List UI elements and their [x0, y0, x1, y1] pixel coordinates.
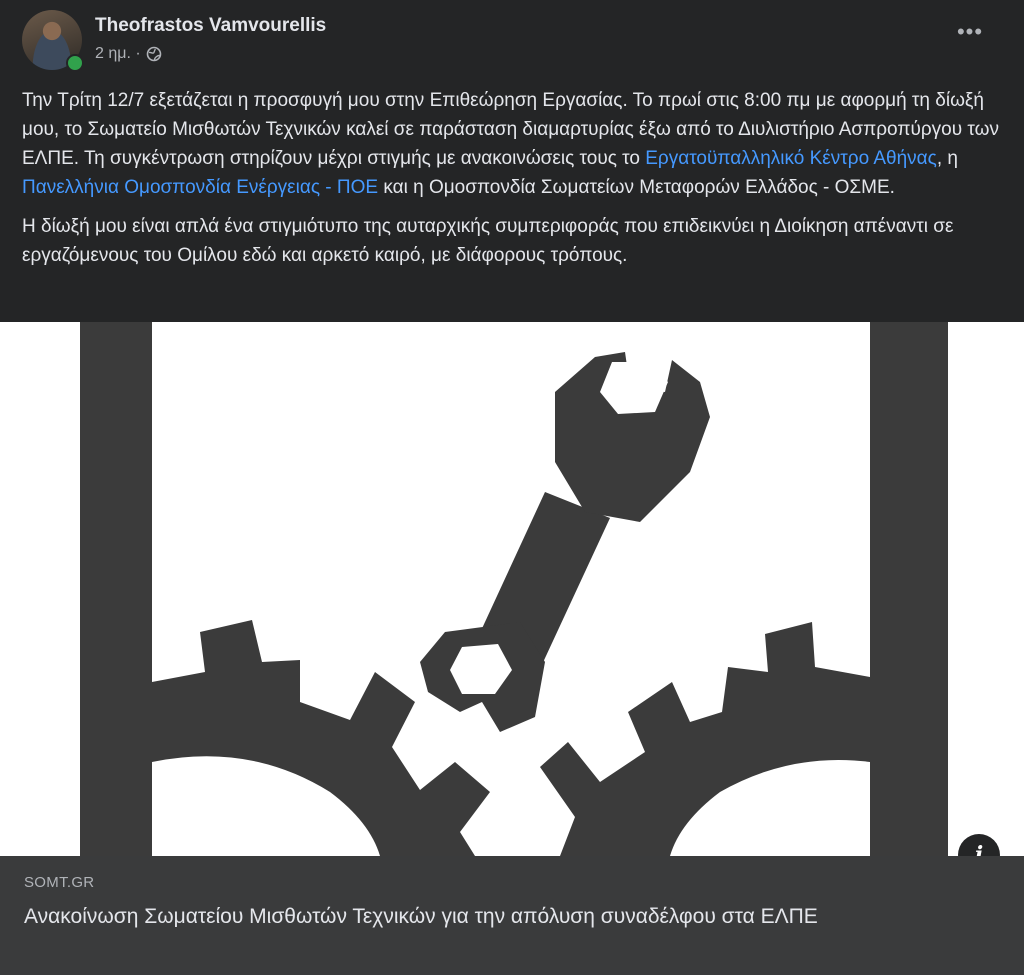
globe-icon — [146, 46, 162, 62]
link-panellinia-omospondia[interactable]: Πανελλήνια Ομοσπονδία Ενέργειας - ΠΟΕ — [22, 177, 378, 198]
paragraph-text: , η — [936, 148, 958, 169]
post-body: Την Τρίτη 12/7 εξετάζεται η προσφυγή μου… — [22, 86, 1002, 280]
post-meta: 2 ημ. · — [95, 45, 162, 63]
author-name[interactable]: Theofrastos Vamvourellis — [95, 15, 326, 37]
post-paragraph-2: Η δίωξή μου είναι απλά ένα στιγμιότυπο τ… — [22, 216, 954, 266]
link-preview-card[interactable]: SOMT.GR Ανακοίνωση Σωματείου Μισθωτών Τε… — [0, 856, 1024, 975]
post-timestamp[interactable]: 2 ημ. · — [95, 45, 141, 63]
link-title[interactable]: Ανακοίνωση Σωματείου Μισθωτών Τεχνικών γ… — [24, 902, 994, 932]
paragraph-text: και η Ομοσπονδία Σωματείων Μεταφορών Ελλ… — [378, 177, 895, 198]
link-preview-image[interactable] — [0, 322, 1024, 856]
online-status-indicator — [66, 54, 84, 72]
link-domain: SOMT.GR — [24, 874, 95, 891]
post-header: Theofrastos Vamvourellis 2 ημ. · ••• — [0, 0, 1024, 80]
union-logo-graphic — [80, 322, 948, 856]
link-ergatoypallilko-kentro[interactable]: Εργατοϋπαλληλικό Κέντρο Αθήνας — [645, 148, 937, 169]
more-options-button[interactable]: ••• — [950, 21, 990, 52]
facebook-post: Theofrastos Vamvourellis 2 ημ. · ••• Την… — [0, 0, 1024, 975]
post-paragraph-1: Την Τρίτη 12/7 εξετάζεται η προσφυγή μου… — [22, 86, 1002, 202]
